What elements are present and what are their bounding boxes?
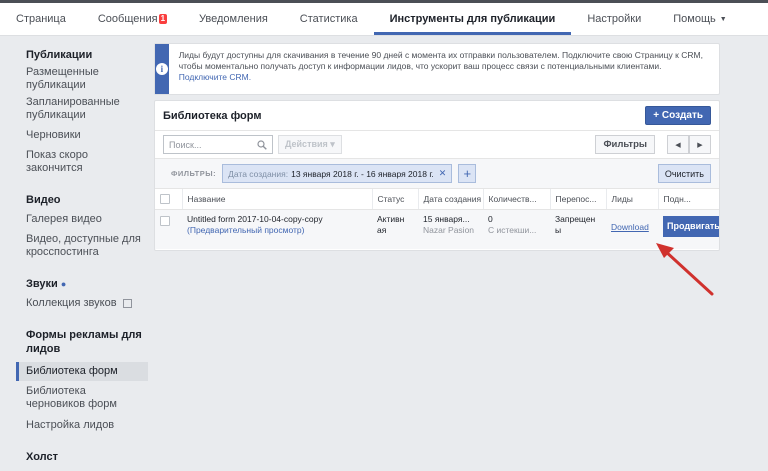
search-input[interactable]: Поиск... — [163, 135, 273, 154]
column-header[interactable]: Статус — [371, 189, 418, 210]
name-cell: Untitled form 2017-10-04-copy-copy (Пред… — [182, 209, 372, 249]
tab-insights[interactable]: Статистика — [284, 3, 374, 35]
sounds-title: Звуки — [26, 278, 58, 290]
column-header[interactable]: Лиды — [605, 189, 658, 210]
sidebar-section-canvas: Холст — [26, 451, 58, 463]
card-header: Библиотека форм + Создать — [155, 101, 719, 131]
sidebar-item-drafts[interactable]: Черновики — [0, 127, 148, 144]
tab-publishing-tools[interactable]: Инструменты для публикации — [373, 3, 572, 35]
card-toolbar: Поиск... Действия ▾ Фильтры ◀ ▶ — [155, 131, 719, 159]
tab-settings-label: Настройки — [587, 13, 642, 25]
search-icon — [257, 139, 267, 150]
preview-link[interactable]: (Предварительный просмотр) — [187, 225, 367, 236]
tab-settings[interactable]: Настройки — [571, 3, 657, 35]
filters-button[interactable]: Фильтры — [595, 135, 655, 154]
select-all-checkbox[interactable] — [160, 193, 170, 204]
sidebar-item-forms-library[interactable]: Библиотека форм — [16, 362, 148, 381]
download-link[interactable]: Download — [611, 222, 649, 233]
lead-count: 0 — [488, 213, 493, 224]
new-dot-icon: ● — [60, 279, 67, 289]
date-filter-chip[interactable]: Дата создания: 13 января 2018 г. - 16 ян… — [222, 164, 453, 183]
column-header[interactable]: Перепос... — [549, 189, 606, 210]
tab-messages[interactable]: Сообщения 1 — [82, 3, 183, 35]
sidebar-item-lead-settings[interactable]: Настройка лидов — [0, 417, 148, 434]
filters-caption: ФИЛЬТРЫ: — [171, 169, 217, 178]
search-placeholder: Поиск... — [169, 139, 202, 150]
messages-badge: 1 — [158, 14, 168, 24]
sidebar-section-sounds: Звуки ● — [0, 271, 148, 293]
info-icon: i — [155, 63, 168, 75]
table-row[interactable]: Untitled form 2017-10-04-copy-copy (Пред… — [155, 209, 719, 249]
tab-notifications[interactable]: Уведомления — [183, 3, 284, 35]
top-navigation: Страница Сообщения 1 Уведомления Статисти… — [0, 0, 768, 36]
row-checkbox[interactable] — [160, 215, 170, 226]
promote-button[interactable]: Продвигать — [663, 215, 719, 237]
sidebar-item-sound-collection[interactable]: Коллекция звуков — [0, 295, 148, 312]
tab-help-label: Помощь — [673, 13, 716, 25]
sidebar-item-scheduled[interactable]: Запланированные публикации — [0, 94, 148, 124]
add-filter-button[interactable]: + — [458, 164, 477, 183]
column-header[interactable]: Дата создания — [417, 189, 483, 210]
leads-cell: Download — [606, 209, 658, 249]
create-button[interactable]: + Создать — [645, 106, 711, 125]
tab-page[interactable]: Страница — [0, 3, 82, 35]
sidebar-item-drafts-library[interactable]: Библиотека черновиков форм — [0, 383, 148, 413]
count-cell: 0 С истекши... — [483, 209, 550, 249]
date-cell: 15 января... Nazar Pasion — [418, 209, 483, 249]
caret-down-icon: ▼ — [719, 15, 727, 23]
connect-crm-link[interactable]: Подключите CRM. — [179, 72, 251, 82]
external-link-icon — [122, 298, 132, 308]
header-checkbox-cell — [155, 189, 182, 210]
table-header-row: Название Статус Дата создания Количеств.… — [155, 189, 719, 210]
column-header[interactable]: Название — [181, 189, 372, 210]
actions-dropdown[interactable]: Действия ▾ — [278, 135, 342, 154]
close-icon[interactable]: ✕ — [439, 168, 447, 179]
filter-chip-value: 13 января 2018 г. - 16 января 2018 г. — [291, 168, 434, 179]
promote-cell: Продвигать — [658, 209, 719, 249]
sidebar-section-lead-forms: Формы рекламы для лидов — [26, 329, 142, 355]
form-name[interactable]: Untitled form 2017-10-04-copy-copy — [187, 214, 367, 225]
status-cell: Активн ая — [372, 209, 418, 249]
tab-messages-label: Сообщения — [97, 13, 158, 25]
banner-text: Лиды будут доступны для скачивания в теч… — [169, 44, 719, 94]
clear-filters-button[interactable]: Очистить — [657, 164, 711, 183]
sound-collection-label: Коллекция звуков — [26, 297, 117, 309]
column-header[interactable]: Подн... — [657, 189, 719, 210]
row-checkbox-cell — [155, 209, 182, 249]
tab-notifications-label: Уведомления — [199, 13, 268, 25]
forms-table: Название Статус Дата создания Количеств.… — [155, 189, 719, 249]
sidebar-section-video: Видео — [26, 194, 61, 206]
expired-count: С истекши... — [488, 224, 537, 235]
tab-page-label: Страница — [16, 13, 66, 25]
filter-bar: ФИЛЬТРЫ: Дата создания: 13 января 2018 г… — [155, 159, 719, 189]
sidebar-item-crossposting[interactable]: Видео, доступные для кросспостинга — [0, 231, 148, 261]
card-title: Библиотека форм — [163, 109, 262, 122]
next-page-icon[interactable]: ▶ — [689, 135, 711, 154]
info-banner: i Лиды будут доступны для скачивания в т… — [154, 43, 720, 95]
column-header[interactable]: Количеств... — [482, 189, 550, 210]
forms-library-card: Библиотека форм + Создать Поиск... Дейст… — [154, 100, 720, 251]
sidebar-item-video-gallery[interactable]: Галерея видео — [0, 211, 148, 228]
pagination: ◀ ▶ — [667, 135, 711, 154]
info-icon-box: i — [155, 44, 169, 94]
tab-help[interactable]: Помощь ▼ — [657, 3, 768, 35]
filter-chip-key: Дата создания: — [228, 168, 289, 179]
sidebar: Публикации Размещенные публикации Заплан… — [0, 36, 148, 471]
banner-message: Лиды будут доступны для скачивания в теч… — [178, 50, 703, 71]
prev-page-icon[interactable]: ◀ — [667, 135, 689, 154]
created-date: 15 января... — [423, 213, 470, 224]
created-by: Nazar Pasion — [423, 224, 475, 235]
sidebar-item-expiring[interactable]: Показ скоро закончится — [0, 147, 148, 177]
tab-publishing-tools-label: Инструменты для публикации — [389, 13, 556, 25]
repost-cell: Запрещен ы — [550, 209, 606, 249]
sidebar-section-publications: Публикации — [26, 49, 93, 61]
tab-insights-label: Статистика — [299, 13, 358, 25]
sidebar-item-published[interactable]: Размещенные публикации — [0, 64, 148, 94]
